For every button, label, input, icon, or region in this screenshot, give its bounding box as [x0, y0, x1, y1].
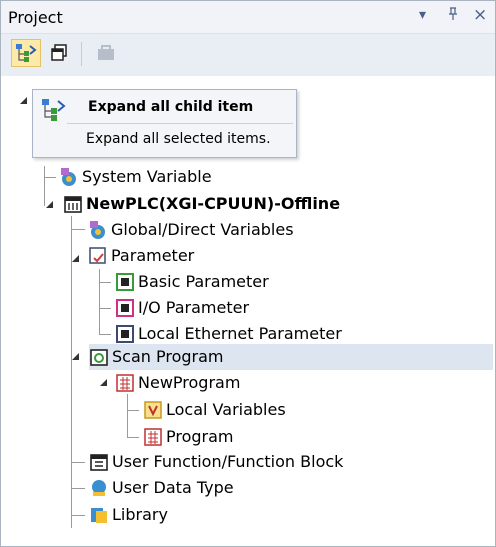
tree-item-parameter[interactable]: Parameter — [88, 243, 194, 269]
toolbar-separator — [81, 42, 82, 66]
tree-item-program[interactable]: Program — [143, 424, 234, 450]
program-icon — [116, 374, 134, 392]
collapse-all-button[interactable] — [44, 39, 74, 67]
parameter-icon — [89, 247, 106, 264]
dropdown-icon[interactable]: ▾ — [419, 7, 426, 23]
panel-title: Project — [8, 8, 63, 27]
folder-icon — [98, 45, 114, 60]
tree-item-scan-program[interactable]: Scan Program — [89, 344, 224, 370]
local-variables-icon — [144, 401, 162, 419]
tree-item-plc[interactable]: NewPLC(XGI-CPUUN)-Offline — [63, 191, 340, 217]
tooltip: Expand all child item Expand all selecte… — [32, 89, 297, 158]
disabled-tool-button[interactable] — [91, 39, 121, 67]
data-type-icon — [92, 480, 106, 496]
tree-item-global-direct-variables[interactable]: Global/Direct Variables — [88, 217, 294, 243]
expand-tree-icon — [42, 99, 66, 121]
expand-tree-icon — [16, 44, 37, 62]
tooltip-title: Expand all child item — [88, 99, 254, 115]
panel-toolbar — [1, 34, 495, 76]
expand-arrow-icon[interactable] — [99, 378, 109, 388]
global-variables-icon — [90, 221, 105, 239]
io-parameter-icon — [116, 299, 134, 317]
ethernet-parameter-icon — [116, 325, 134, 343]
tree-item-io-parameter[interactable]: I/O Parameter — [115, 295, 249, 321]
basic-parameter-icon — [116, 273, 134, 291]
tree-item-system-variable[interactable]: System Variable — [59, 164, 212, 190]
pin-icon[interactable] — [447, 7, 459, 25]
scan-program-icon — [90, 349, 108, 366]
tree-item-newprogram[interactable]: NewProgram — [115, 370, 240, 396]
project-panel: Project ▾ × System Variable NewPLC(XGI-C… — [0, 0, 496, 547]
tree-item-local-variables[interactable]: Local Variables — [143, 397, 286, 423]
collapse-tree-icon — [51, 44, 67, 61]
system-variable-icon — [61, 168, 76, 186]
expand-all-child-item-button[interactable] — [11, 39, 41, 67]
expand-arrow-icon[interactable] — [71, 352, 81, 362]
tooltip-description: Expand all selected items. — [86, 131, 271, 147]
plc-icon — [64, 196, 82, 213]
expand-arrow-icon[interactable] — [19, 96, 29, 106]
program-icon — [144, 428, 162, 446]
tree-item-user-function-block[interactable]: User Function/Function Block — [89, 449, 343, 475]
tree-item-library[interactable]: Library — [89, 502, 168, 528]
function-block-icon — [90, 454, 108, 471]
close-icon[interactable]: × — [473, 5, 487, 25]
panel-titlebar: Project ▾ × — [1, 1, 495, 34]
tooltip-separator — [67, 123, 293, 124]
tree-item-user-data-type[interactable]: User Data Type — [89, 475, 234, 501]
tree-item-basic-parameter[interactable]: Basic Parameter — [115, 269, 269, 295]
library-icon — [91, 508, 107, 523]
expand-arrow-icon[interactable] — [45, 200, 55, 210]
expand-arrow-icon[interactable] — [71, 254, 81, 264]
